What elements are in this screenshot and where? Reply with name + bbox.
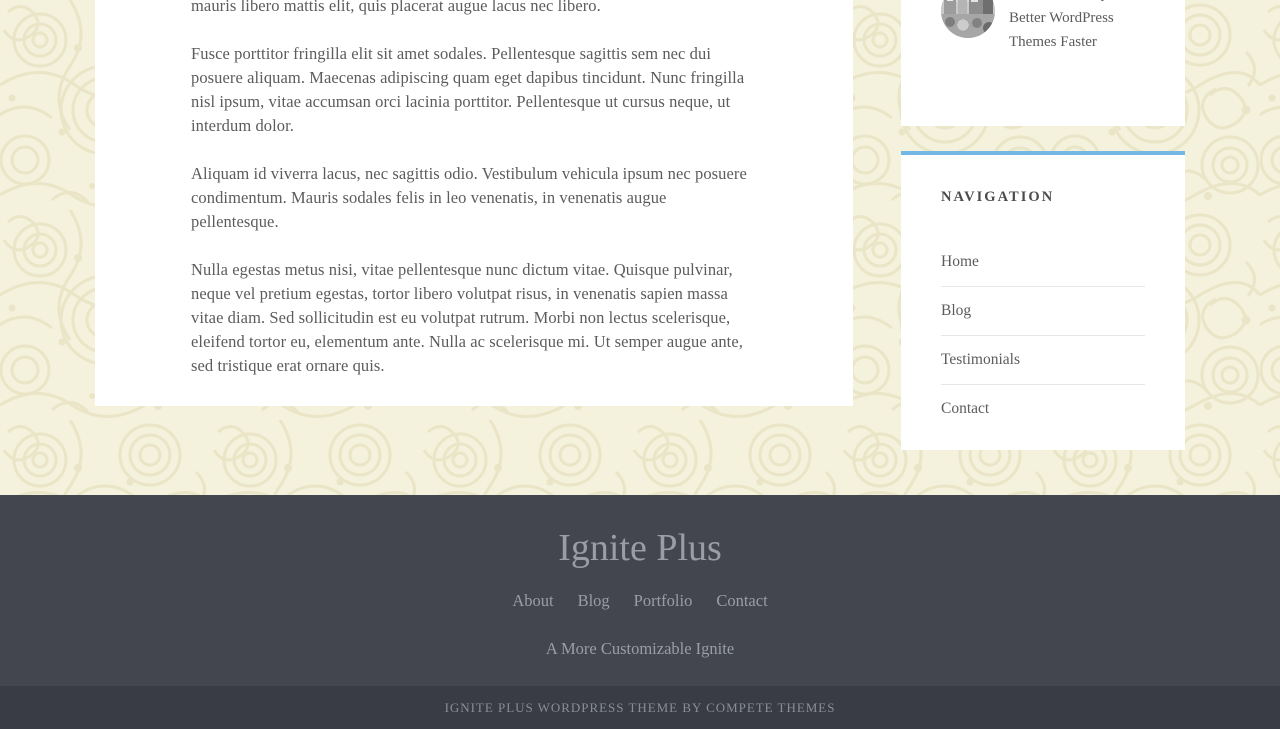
sidebar-widget-navigation: Navigation Home Blog Testimonials Contac…: [901, 151, 1185, 450]
footer-nav-item-about[interactable]: About: [512, 591, 553, 610]
sidebar-nav-item-home[interactable]: Home: [941, 238, 1145, 286]
recent-post-title[interactable]: How to Develop Better WordPress Themes F…: [1009, 0, 1145, 54]
sidebar-nav-item-blog[interactable]: Blog: [941, 287, 1145, 335]
footer-nav-item-portfolio[interactable]: Portfolio: [634, 591, 693, 610]
list-item[interactable]: Contact: [716, 590, 767, 612]
navigation-widget-title: Navigation: [941, 189, 1055, 205]
footer-nav-item-blog[interactable]: Blog: [578, 591, 610, 610]
footer-tagline: A More Customizable Ignite: [545, 639, 735, 658]
article-paragraph-0: mauris libero mattis elit, quis placerat…: [191, 0, 601, 15]
sidebar-nav-item-contact[interactable]: Contact: [941, 385, 1145, 433]
article-content-card: mauris libero mattis elit, quis placerat…: [95, 0, 853, 406]
list-item[interactable]: Blog: [941, 287, 1145, 336]
list-item[interactable]: About: [512, 590, 553, 612]
site-footer: Ignite Plus About Blog Portfolio Contact…: [0, 495, 1280, 686]
list-item[interactable]: Blog: [578, 590, 610, 612]
list-item[interactable]: Portfolio: [634, 590, 693, 612]
sidebar-nav-item-testimonials[interactable]: Testimonials: [941, 336, 1145, 384]
footer-nav-item-contact[interactable]: Contact: [716, 591, 767, 610]
article-paragraph-1: Fusce porttitor fringilla elit sit amet …: [191, 44, 745, 135]
navigation-list: Home Blog Testimonials Contact: [941, 238, 1145, 433]
post-thumbnail-image[interactable]: [941, 0, 995, 38]
list-item[interactable]: Testimonials: [941, 336, 1145, 385]
article-paragraph-2: Aliquam id viverra lacus, nec sagittis o…: [191, 164, 747, 231]
list-item[interactable]: Contact: [941, 385, 1145, 433]
sidebar-widget-recent-posts: How to Develop Better WordPress Themes F…: [901, 0, 1185, 126]
footer-credit-bar: Ignite Plus WordPress Theme by Compete T…: [0, 686, 1280, 729]
list-item[interactable]: Home: [941, 238, 1145, 287]
recent-post-item[interactable]: How to Develop Better WordPress Themes F…: [941, 0, 1145, 54]
footer-credit-text[interactable]: Ignite Plus WordPress Theme by Compete T…: [445, 700, 836, 715]
footer-navigation: About Blog Portfolio Contact: [0, 590, 1280, 612]
article-paragraph-3: Nulla egestas metus nisi, vitae pellente…: [191, 260, 743, 375]
footer-site-title[interactable]: Ignite Plus: [0, 495, 1280, 571]
sidebar: How to Develop Better WordPress Themes F…: [901, 0, 1185, 450]
article-body: mauris libero mattis elit, quis placerat…: [95, 0, 853, 378]
